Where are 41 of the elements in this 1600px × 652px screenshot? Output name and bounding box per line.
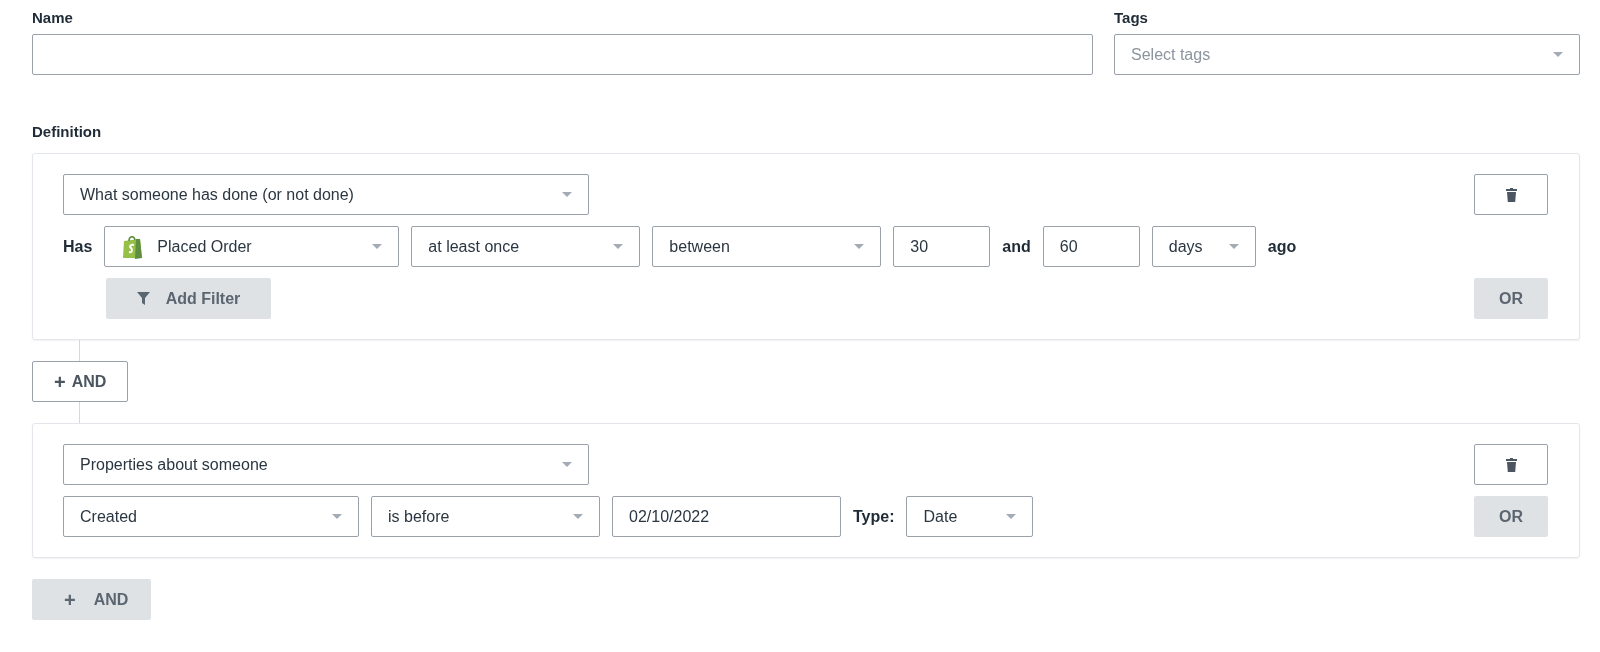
caret-icon <box>562 192 572 197</box>
trash-icon <box>1505 187 1517 202</box>
condition-label: ago <box>1267 237 1297 256</box>
caret-icon <box>573 514 583 519</box>
caret-icon <box>1228 244 1239 249</box>
caret-icon <box>1006 514 1017 519</box>
filter-icon <box>136 292 150 305</box>
caret-icon <box>562 462 572 467</box>
add-filter-button[interactable]: Add Filter <box>106 278 271 319</box>
and-button[interactable]: + AND <box>32 361 129 402</box>
dropdown-select[interactable]: Date <box>906 496 1034 537</box>
text-input[interactable]: 30 <box>893 226 991 267</box>
caret-icon <box>613 244 624 249</box>
condition-label: Has <box>63 237 93 256</box>
section-label: Definition <box>32 123 103 140</box>
field-label: Name <box>32 9 74 26</box>
condition-label: and <box>1002 237 1031 256</box>
delete-button[interactable] <box>1474 174 1548 215</box>
text-input[interactable]: 02/10/2022 <box>612 496 841 537</box>
condition-type-select[interactable]: Properties about someone <box>63 444 589 485</box>
dropdown-select[interactable]: is before <box>371 496 600 537</box>
text-input[interactable]: 60 <box>1042 226 1140 267</box>
or-button[interactable]: OR <box>1474 496 1548 537</box>
dropdown-select[interactable]: days <box>1151 226 1256 267</box>
dropdown-select[interactable]: between <box>652 226 882 267</box>
dropdown-select[interactable]: Created <box>63 496 359 537</box>
dropdown-select[interactable]: at least once <box>411 226 641 267</box>
caret-icon <box>332 514 342 519</box>
event-select[interactable]: Placed Order <box>104 226 400 267</box>
caret-icon <box>1553 52 1563 57</box>
trash-icon <box>1505 457 1517 472</box>
delete-button[interactable] <box>1474 444 1548 485</box>
or-button[interactable]: OR <box>1474 278 1548 319</box>
caret-icon <box>372 244 383 249</box>
condition-type-select[interactable]: What someone has done (or not done) <box>63 174 589 215</box>
field-label: Tags <box>1114 9 1149 26</box>
caret-icon <box>854 244 865 249</box>
shopping-bag-icon <box>121 233 144 260</box>
name-input[interactable] <box>32 34 1093 75</box>
condition-label: Type: <box>853 507 895 526</box>
and-button[interactable]: + AND <box>32 579 152 620</box>
